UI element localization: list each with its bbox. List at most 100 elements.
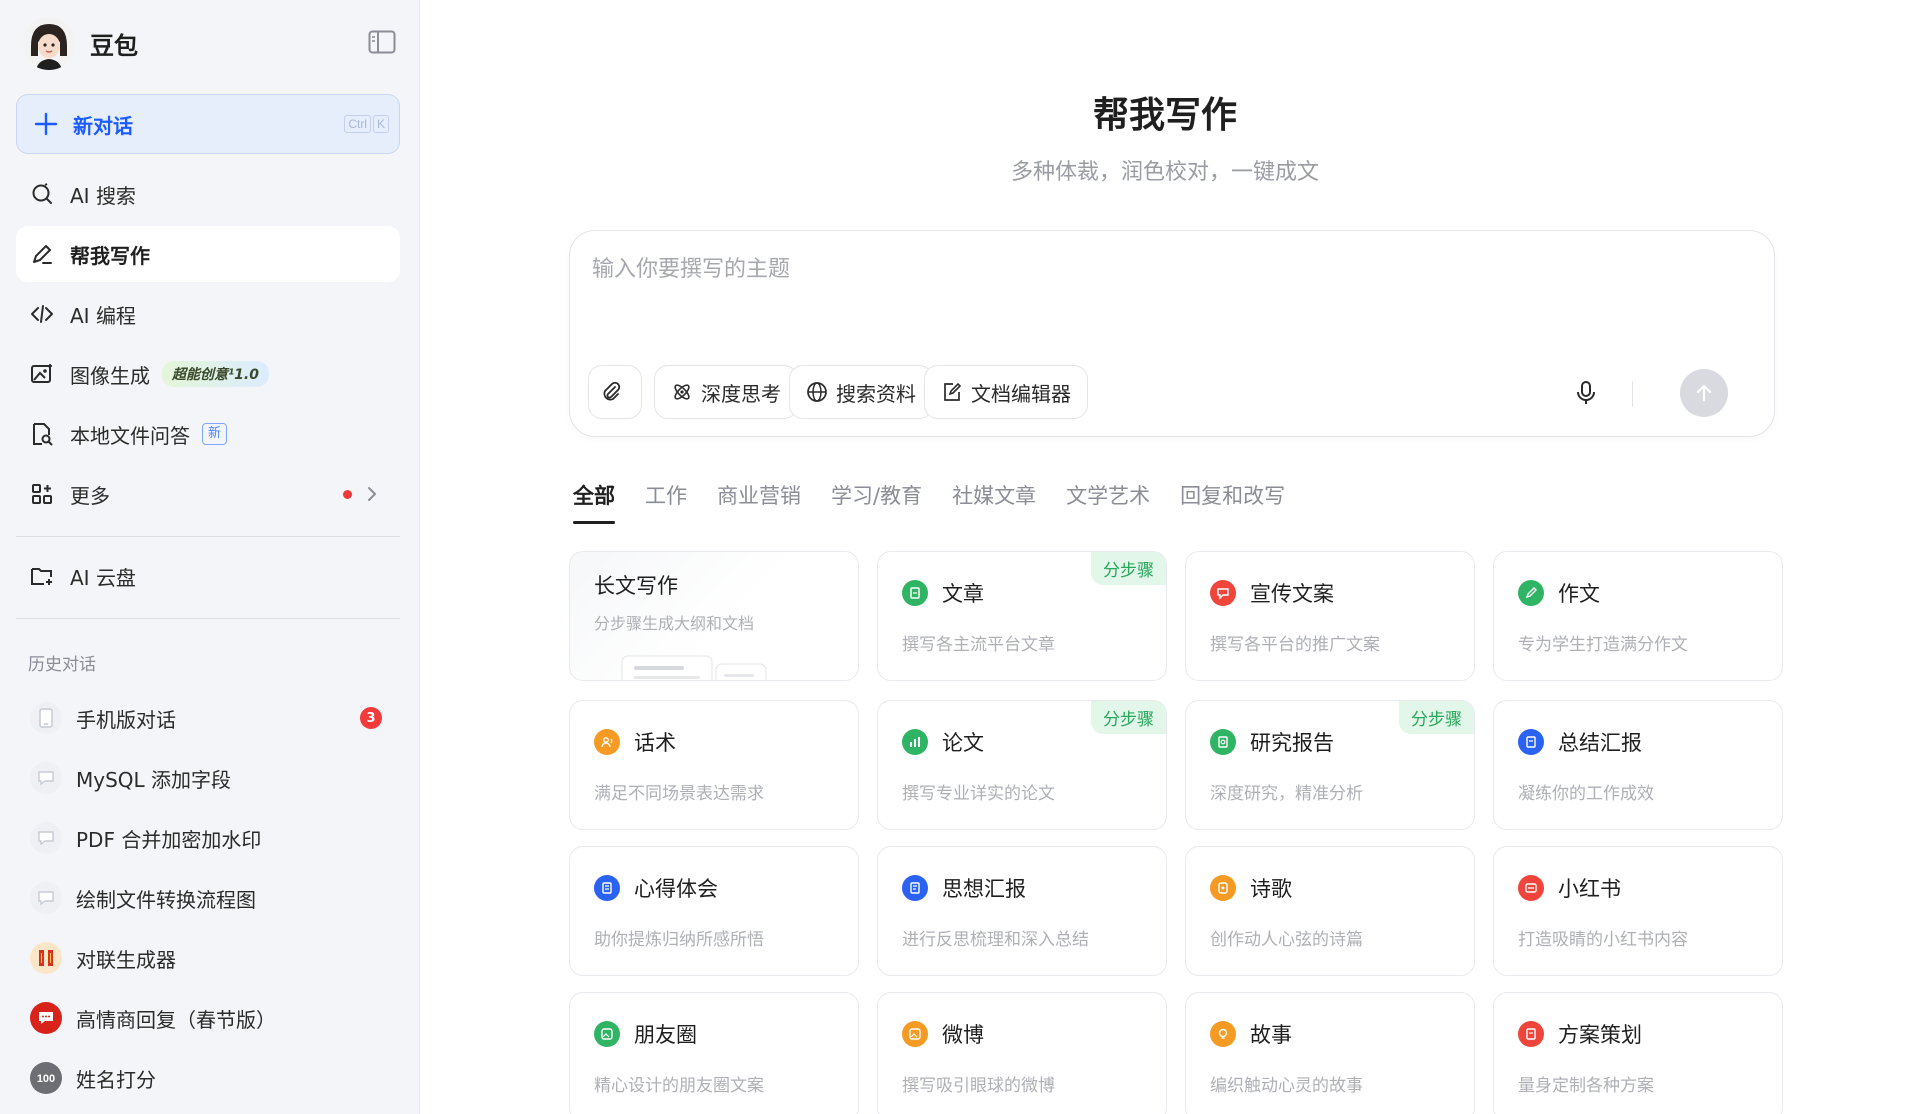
writing-card-moments[interactable]: 朋友圈 精心设计的朋友圈文案 — [569, 992, 859, 1114]
card-desc: 深度研究，精准分析 — [1210, 784, 1363, 804]
writing-card-long[interactable]: 长文写作 分步骤生成大纲和文档 — [569, 551, 859, 681]
sidebar-divider — [16, 618, 400, 619]
writing-card-summary[interactable]: 总结汇报 凝练你的工作成效 — [1493, 700, 1783, 830]
writing-card-promo[interactable]: 宣传文案 撰写各平台的推广文案 — [1185, 551, 1475, 681]
new-chat-label: 新对话 — [73, 113, 133, 138]
tool-label: 深度思考 — [701, 381, 781, 406]
card-title: 长文写作 — [594, 574, 678, 598]
card-desc: 打造吸睛的小红书内容 — [1518, 930, 1688, 950]
sidebar-item-ai-search[interactable]: AI 搜索 — [16, 166, 400, 222]
page-title: 帮我写作 — [1092, 95, 1237, 136]
card-desc: 撰写吸引眼球的微博 — [902, 1076, 1055, 1096]
card-title: 话术 — [634, 731, 676, 755]
chevron-right-icon — [362, 484, 382, 504]
nav-label: AI 搜索 — [70, 183, 136, 208]
history-item[interactable]: 手机版对话 3 — [16, 692, 400, 744]
tool-label: 搜索资料 — [836, 381, 916, 406]
writing-card-weibo[interactable]: 微博 撰写吸引眼球的微博 — [877, 992, 1167, 1114]
paperclip-icon — [600, 381, 622, 403]
redbook-icon — [1518, 875, 1544, 901]
step-badge: 分步骤 — [1399, 701, 1474, 734]
report-icon — [1210, 729, 1236, 755]
history-label: 高情商回复（春节版） — [76, 1007, 276, 1032]
pen-icon — [30, 242, 54, 266]
card-desc: 撰写各平台的推广文案 — [1210, 635, 1380, 655]
creative-badge: 超能创意¹1.0 — [162, 361, 269, 387]
writing-card-story[interactable]: 故事 编织触动心灵的故事 — [1185, 992, 1475, 1114]
writing-card-plan[interactable]: 方案策划 量身定制各种方案 — [1493, 992, 1783, 1114]
sidebar-item-cloud-drive[interactable]: AI 云盘 — [16, 548, 400, 604]
edit-doc-icon — [941, 381, 963, 403]
category-tabs: 全部 工作 商业营销 学习/教育 社媒文章 文学艺术 回复和改写 — [573, 480, 1285, 524]
composer: 深度思考 搜索资料 文档编辑器 — [569, 230, 1775, 437]
writing-card-thesis[interactable]: 论文 撰写专业详实的论文 分步骤 — [877, 700, 1167, 830]
sidebar-item-ai-coding[interactable]: AI 编程 — [16, 286, 400, 342]
tab-social[interactable]: 社媒文章 — [952, 480, 1036, 524]
history-label: 手机版对话 — [76, 707, 176, 732]
sidebar-item-writing[interactable]: 帮我写作 — [16, 226, 400, 282]
topic-input[interactable] — [592, 251, 1742, 311]
tab-all[interactable]: 全部 — [573, 480, 615, 524]
sidebar-item-local-file-qa[interactable]: 本地文件问答 新 — [16, 406, 400, 462]
nav-label: 图像生成 — [70, 363, 150, 388]
shortcut-key: Ctrl — [344, 115, 371, 133]
writing-card-essay[interactable]: 作文 专为学生打造满分作文 — [1493, 551, 1783, 681]
writing-card-article[interactable]: 文章 撰写各主流平台文章 分步骤 — [877, 551, 1167, 681]
document-illustration-icon — [621, 655, 767, 680]
sidebar-divider — [16, 536, 400, 537]
brand[interactable]: 豆包 — [22, 16, 138, 70]
sidebar-item-image-gen[interactable]: 图像生成 超能创意¹1.0 — [16, 346, 400, 402]
search-material-button[interactable]: 搜索资料 — [789, 365, 933, 419]
writing-card-reflection[interactable]: 心得体会 助你提炼归纳所感所悟 — [569, 846, 859, 976]
globe-icon — [806, 381, 828, 403]
history-label: PDF 合并加密加水印 — [76, 827, 262, 852]
speech-icon — [594, 729, 620, 755]
card-desc: 专为学生打造满分作文 — [1518, 635, 1688, 655]
history-item[interactable]: 绘制文件转换流程图 — [16, 872, 400, 924]
send-button[interactable] — [1680, 369, 1728, 417]
thought-icon — [902, 875, 928, 901]
history-item[interactable]: 100 姓名打分 — [16, 1052, 400, 1104]
writing-card-research[interactable]: 研究报告 深度研究，精准分析 分步骤 — [1185, 700, 1475, 830]
poem-icon — [1210, 875, 1236, 901]
doc-editor-button[interactable]: 文档编辑器 — [924, 365, 1088, 419]
writing-card-thought-report[interactable]: 思想汇报 进行反思梳理和深入总结 — [877, 846, 1167, 976]
history-item[interactable]: 高情商回复（春节版） — [16, 992, 400, 1044]
main-panel: 帮我写作 多种体裁，润色校对，一键成文 深度思考 搜索资料 文档编辑器 — [421, 0, 1909, 1114]
card-desc: 编织触动心灵的故事 — [1210, 1076, 1363, 1096]
writing-card-poem[interactable]: 诗歌 创作动人心弦的诗篇 — [1185, 846, 1475, 976]
nav-label: AI 编程 — [70, 303, 136, 328]
history-item[interactable]: 对联生成器 — [16, 932, 400, 984]
tab-work[interactable]: 工作 — [645, 480, 687, 524]
new-chat-button[interactable]: 新对话 Ctrl K — [16, 94, 400, 154]
avatar — [22, 16, 76, 70]
history-label: 姓名打分 — [76, 1067, 156, 1092]
card-title: 思想汇报 — [942, 877, 1026, 901]
apps-icon — [30, 482, 54, 506]
card-desc: 满足不同场景表达需求 — [594, 784, 764, 804]
page-subtitle: 多种体裁，润色校对，一键成文 — [1010, 160, 1319, 185]
writing-card-speech[interactable]: 话术 满足不同场景表达需求 — [569, 700, 859, 830]
tab-marketing[interactable]: 商业营销 — [717, 480, 801, 524]
pencil-icon — [1518, 580, 1544, 606]
history-item[interactable]: MySQL 添加字段 — [16, 752, 400, 804]
attach-button[interactable] — [588, 365, 642, 419]
weibo-icon — [902, 1021, 928, 1047]
deep-think-button[interactable]: 深度思考 — [654, 365, 798, 419]
card-title: 文章 — [942, 582, 984, 606]
red-chat-icon — [30, 1002, 62, 1034]
tab-education[interactable]: 学习/教育 — [831, 480, 922, 524]
card-desc: 分步骤生成大纲和文档 — [594, 614, 755, 633]
tab-literature[interactable]: 文学艺术 — [1066, 480, 1150, 524]
history-label: MySQL 添加字段 — [76, 767, 232, 792]
tab-reply-rewrite[interactable]: 回复和改写 — [1180, 480, 1285, 524]
chart-icon — [902, 729, 928, 755]
brand-name: 豆包 — [90, 31, 138, 60]
microphone-icon[interactable] — [1572, 379, 1600, 407]
code-icon — [30, 302, 54, 326]
chat-bubble-icon — [30, 762, 62, 794]
sidebar-collapse-icon[interactable] — [368, 30, 396, 54]
writing-card-xiaohongshu[interactable]: 小红书 打造吸睛的小红书内容 — [1493, 846, 1783, 976]
history-item[interactable]: PDF 合并加密加水印 — [16, 812, 400, 864]
sidebar-item-more[interactable]: 更多 — [16, 466, 400, 522]
